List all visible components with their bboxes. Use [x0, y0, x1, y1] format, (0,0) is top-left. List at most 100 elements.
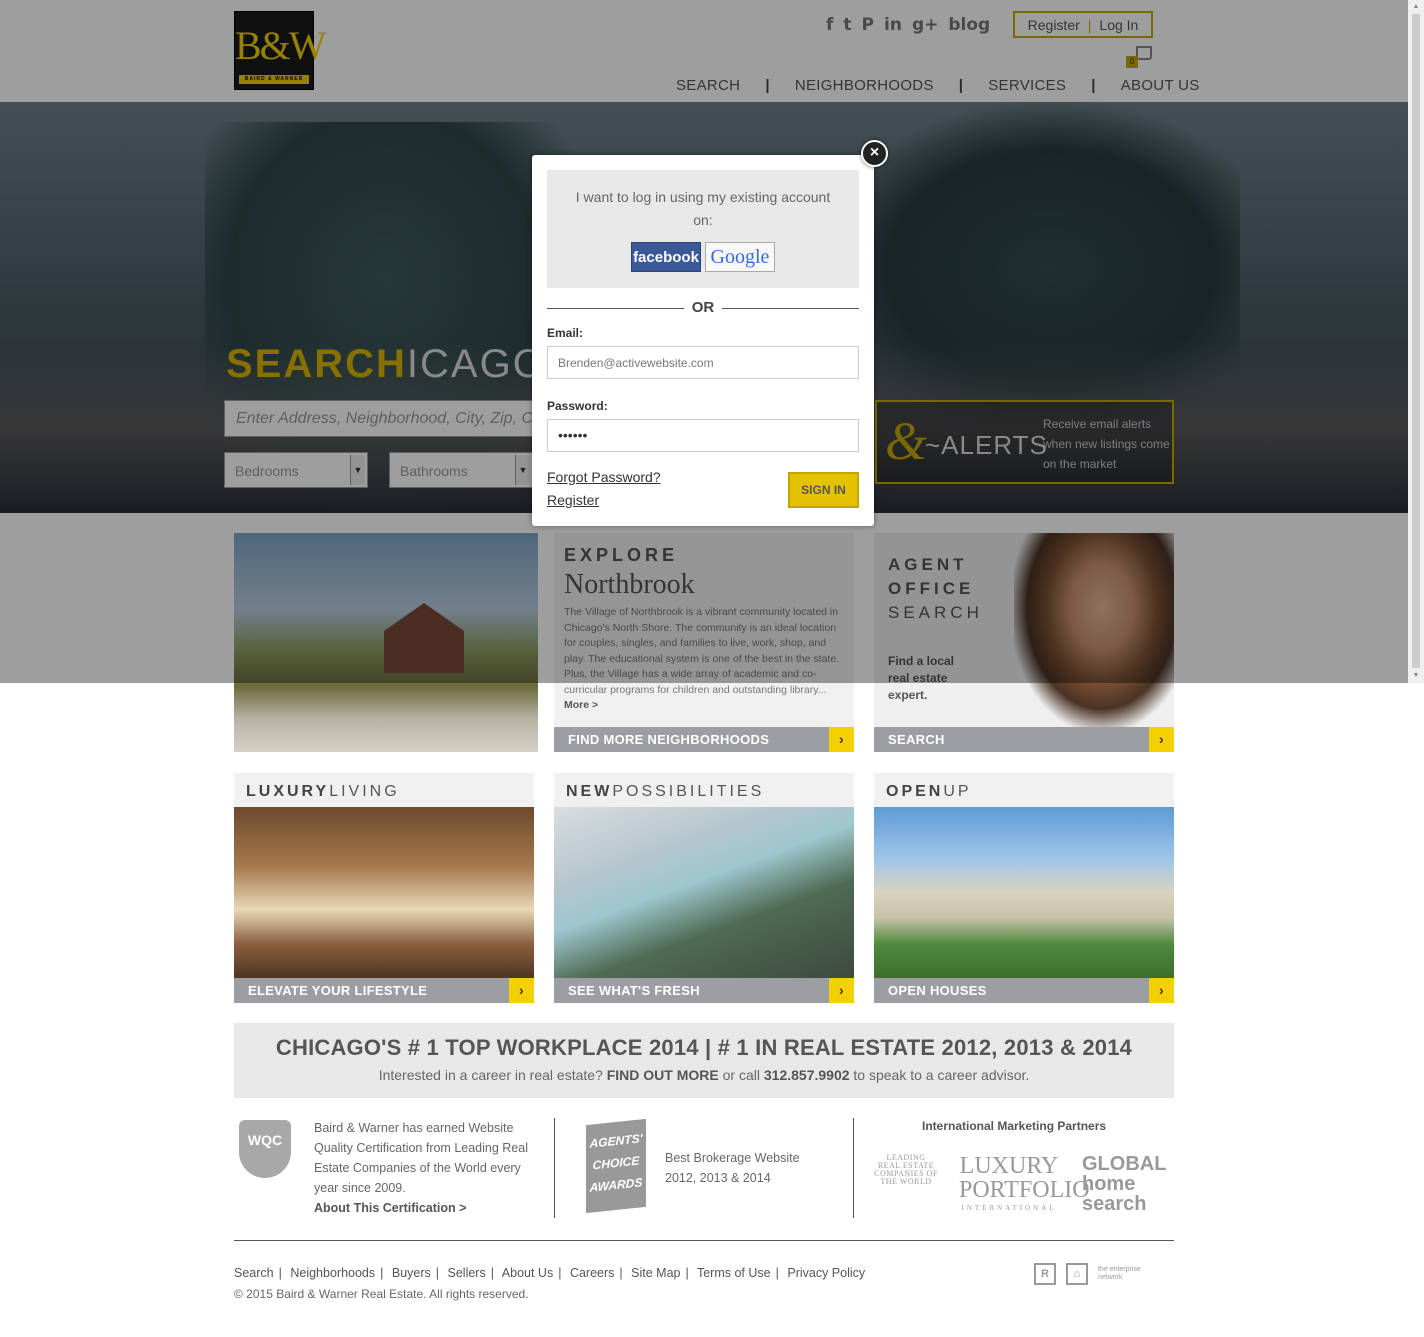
copyright: © 2015 Baird & Warner Real Estate. All r…	[234, 1287, 529, 1301]
find-more-neighborhoods-label: FIND MORE NEIGHBORHOODS	[568, 732, 770, 747]
divider	[853, 1118, 854, 1218]
email-label: Email:	[547, 326, 584, 340]
footer-link-site-map[interactable]: Site Map	[631, 1266, 680, 1280]
divider	[547, 308, 684, 309]
open-up-tile[interactable]: OPENUP OPEN HOUSES ›	[874, 773, 1174, 1003]
agent-search-button[interactable]: SEARCH ›	[874, 727, 1174, 752]
footer-link-about-us[interactable]: About Us	[502, 1266, 553, 1280]
open-houses-button[interactable]: OPEN HOUSES ›	[874, 978, 1174, 1003]
footer-link-terms[interactable]: Terms of Use	[697, 1266, 771, 1280]
divider	[722, 308, 859, 309]
open-house-photo	[874, 807, 1174, 978]
footer-separator: |	[775, 1266, 779, 1280]
find-more-neighborhoods-button[interactable]: FIND MORE NEIGHBORHOODS ›	[554, 727, 854, 752]
new-possibilities-tile[interactable]: NEWPOSSIBILITIES SEE WHAT'S FRESH ›	[554, 773, 854, 1003]
footer-separator: |	[558, 1266, 562, 1280]
footer-separator: |	[435, 1266, 440, 1280]
elevate-lifestyle-button[interactable]: ELEVATE YOUR LIFESTYLE ›	[234, 978, 534, 1003]
luxury-heading-bold: LUXURY	[246, 783, 330, 800]
or-separator: OR	[691, 299, 715, 316]
luxury-portfolio-sub: INTERNATIONAL	[961, 1204, 1057, 1212]
open-up-heading: OPENUP	[886, 783, 972, 801]
social-login-box: I want to log in using my existing accou…	[547, 170, 859, 288]
leading-re-logo[interactable]: LEADING REAL ESTATE COMPANIES OF THE WOR…	[874, 1154, 938, 1186]
career-sub-mid: or call	[722, 1067, 760, 1083]
footer-link-privacy[interactable]: Privacy Policy	[787, 1266, 865, 1280]
career-banner: CHICAGO'S # 1 TOP WORKPLACE 2014 | # 1 I…	[234, 1023, 1174, 1098]
register-link[interactable]: Register	[547, 492, 599, 508]
footer-link-sellers[interactable]: Sellers	[448, 1266, 486, 1280]
career-sub-pre: Interested in a career in real estate?	[378, 1067, 603, 1083]
login-modal: I want to log in using my existing accou…	[532, 155, 874, 526]
explore-more-link[interactable]: More >	[564, 699, 598, 711]
footer-link-search[interactable]: Search	[234, 1266, 274, 1280]
see-whats-fresh-button[interactable]: SEE WHAT'S FRESH ›	[554, 978, 854, 1003]
chevron-right-icon: ›	[1149, 978, 1174, 1003]
agents-choice-badge: AGENTS' CHOICE AWARDS	[586, 1118, 646, 1214]
chevron-right-icon: ›	[509, 978, 534, 1003]
realtor-icon: R	[1034, 1263, 1056, 1285]
email-field[interactable]: Brenden@activewebsite.com	[547, 346, 859, 379]
close-icon[interactable]: ×	[861, 140, 888, 167]
luxury-heading-light: LIVING	[329, 783, 400, 800]
open-heading-light: UP	[943, 783, 972, 800]
career-sub-post: to speak to a career advisor.	[853, 1067, 1030, 1083]
social-login-prompt: I want to log in using my existing accou…	[575, 189, 831, 228]
chevron-right-icon: ›	[829, 727, 854, 752]
facebook-login-button[interactable]: facebook	[631, 242, 701, 272]
footer-links: Search | Neighborhoods | Buyers | Sellers | …	[234, 1266, 865, 1280]
awards-section: WQC Baird & Warner has earned Website Qu…	[234, 1118, 1174, 1218]
partners-title: International Marketing Partners	[922, 1119, 1107, 1133]
wqc-text: Baird & Warner has earned Website Qualit…	[314, 1118, 534, 1218]
see-whats-fresh-label: SEE WHAT'S FRESH	[568, 983, 700, 998]
find-out-more-link[interactable]: FIND OUT MORE	[607, 1067, 719, 1083]
agent-search-label: SEARCH	[888, 732, 945, 747]
scrollbar[interactable]: ▲ ▼	[1408, 0, 1424, 683]
luxury-portfolio-name: LUXURY PORTFOLIO	[959, 1153, 1090, 1203]
elevate-lifestyle-label: ELEVATE YOUR LIFESTYLE	[248, 983, 428, 998]
wqc-label: WQC	[247, 1132, 283, 1148]
luxury-living-tile[interactable]: LUXURYLIVING ELEVATE YOUR LIFESTYLE ›	[234, 773, 534, 1003]
google-login-button[interactable]: Google	[705, 242, 775, 272]
footer-separator: |	[380, 1266, 384, 1280]
chevron-right-icon: ›	[1149, 727, 1174, 752]
scroll-down-icon[interactable]: ▼	[1408, 669, 1424, 683]
career-title: CHICAGO'S # 1 TOP WORKPLACE 2014 | # 1 I…	[275, 1035, 1133, 1060]
open-houses-label: OPEN HOUSES	[888, 983, 987, 998]
chevron-right-icon: ›	[829, 978, 854, 1003]
luxury-portfolio-logo[interactable]: LUXURY PORTFOLIO INTERNATIONAL	[959, 1154, 1090, 1212]
wqc-description: Baird & Warner has earned Website Qualit…	[314, 1121, 528, 1195]
password-label: Password:	[547, 399, 608, 413]
footer-link-buyers[interactable]: Buyers	[392, 1266, 431, 1280]
password-field[interactable]: ••••••	[547, 419, 859, 452]
footer-separator: |	[490, 1266, 494, 1280]
wqc-badge[interactable]: WQC	[236, 1118, 294, 1208]
open-heading-bold: OPEN	[886, 783, 944, 800]
scroll-up-icon[interactable]: ▲	[1408, 0, 1424, 14]
sign-in-button[interactable]: SIGN IN	[788, 472, 859, 508]
footer-icons: R ⌂ the enterprise network	[1034, 1263, 1160, 1285]
footer-link-careers[interactable]: Careers	[570, 1266, 614, 1280]
about-certification-link[interactable]: About This Certification >	[314, 1201, 466, 1215]
forgot-password-link[interactable]: Forgot Password?	[547, 469, 661, 485]
new-building-photo	[554, 807, 854, 978]
footer-separator: |	[685, 1266, 689, 1280]
new-heading-bold: NEW	[566, 783, 613, 800]
wqc-shield-icon: WQC	[239, 1120, 291, 1178]
footer-separator: |	[278, 1266, 282, 1280]
global-home-search-logo[interactable]: GLOBAL home search	[1082, 1154, 1172, 1214]
equal-housing-icon: ⌂	[1066, 1263, 1088, 1285]
career-phone[interactable]: 312.857.9902	[764, 1067, 850, 1083]
agents-choice-text: Best Brokerage Website 2012, 2013 & 2014	[665, 1151, 800, 1185]
new-possibilities-heading: NEWPOSSIBILITIES	[566, 783, 764, 801]
career-subtitle: Interested in a career in real estate? F…	[234, 1067, 1174, 1083]
footer-divider	[234, 1240, 1174, 1241]
google-label: Google	[710, 246, 770, 268]
footer-separator: |	[619, 1266, 623, 1280]
new-heading-light: POSSIBILITIES	[612, 783, 765, 800]
divider	[554, 1118, 555, 1218]
footer-link-neighborhoods[interactable]: Neighborhoods	[290, 1266, 375, 1280]
luxury-living-photo	[234, 807, 534, 978]
scrollbar-thumb[interactable]	[1412, 14, 1420, 668]
enterprise-network-logo: the enterprise network	[1098, 1266, 1141, 1281]
